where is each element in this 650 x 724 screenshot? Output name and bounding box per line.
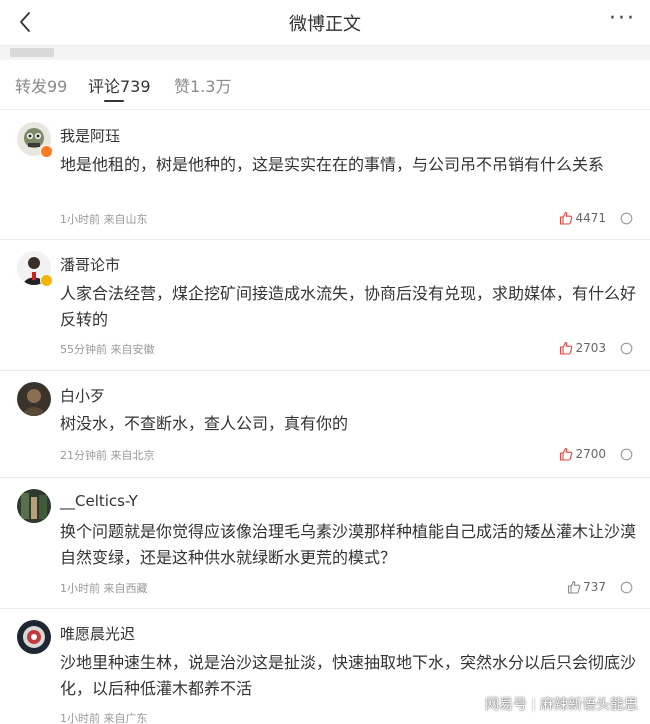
top-bar: 微博正文 ··· bbox=[0, 0, 650, 46]
orange-verified-badge-icon bbox=[40, 145, 53, 158]
like-button[interactable]: 4471 bbox=[559, 211, 606, 225]
reply-bubble-icon[interactable] bbox=[620, 342, 633, 355]
comment-item: 白小歹 树没水，不查断水，查人公司，真有你的 21分钟前 来自北京 2700 bbox=[0, 371, 650, 478]
comment-author[interactable]: 唯愿晨光迟 bbox=[60, 623, 135, 644]
like-button[interactable]: 2703 bbox=[559, 341, 606, 355]
tab-reposts[interactable]: 转发99 bbox=[15, 73, 67, 97]
gold-verified-badge-icon bbox=[40, 274, 53, 287]
watermark-account: 麻辣新语头能思 bbox=[540, 697, 638, 713]
avatar[interactable] bbox=[17, 382, 51, 416]
comment-author[interactable]: __Celtics-Y bbox=[60, 492, 138, 510]
post-summary-strip bbox=[0, 46, 650, 60]
tab-likes[interactable]: 赞1.3万 bbox=[174, 73, 231, 97]
active-tab-indicator bbox=[104, 100, 124, 102]
watermark-separator bbox=[533, 698, 534, 711]
comment-text: 地是他租的，树是他种的，这是实实在在的事情，与公司吊不吊销有什么关系 bbox=[60, 155, 605, 174]
like-count: 737 bbox=[583, 580, 606, 594]
reply-bubble-icon[interactable] bbox=[620, 581, 633, 594]
tab-comments[interactable]: 评论739 bbox=[88, 73, 151, 97]
reply-bubble-icon[interactable] bbox=[620, 448, 633, 461]
comment-author[interactable]: 我是阿珏 bbox=[60, 125, 120, 146]
comment-item: 我是阿珏 地是他租的，树是他种的，这是实实在在的事情，与公司吊不吊销有什么关系 … bbox=[0, 110, 650, 240]
post-summary-chip bbox=[10, 48, 54, 57]
comment-author[interactable]: 潘哥论市 bbox=[60, 254, 120, 275]
comment-text: 换个问题就是你觉得应该像治理毛乌素沙漠那样种植能自己成活的矮丛灌木让沙漠自然变绿… bbox=[60, 522, 637, 567]
comment-author[interactable]: 白小歹 bbox=[60, 385, 105, 406]
comment-item: __Celtics-Y 换个问题就是你觉得应该像治理毛乌素沙漠那样种植能自己成活… bbox=[0, 478, 650, 609]
avatar[interactable] bbox=[17, 620, 51, 654]
comment-meta: 1小时前 来自山东 bbox=[60, 213, 148, 226]
avatar[interactable] bbox=[17, 489, 51, 523]
comment-meta: 1小时前 来自西藏 bbox=[60, 582, 148, 595]
thumbs-up-outline-icon bbox=[568, 580, 581, 594]
like-count: 4471 bbox=[575, 211, 606, 225]
comment-text: 树没水，不查断水，查人公司，真有你的 bbox=[60, 414, 349, 433]
thumbs-up-icon bbox=[560, 211, 573, 225]
page-title: 微博正文 bbox=[289, 14, 361, 35]
comment-meta: 1小时前 来自广东 bbox=[60, 712, 148, 724]
like-button[interactable]: 2700 bbox=[559, 447, 606, 461]
like-count: 2700 bbox=[575, 447, 606, 461]
thumbs-up-icon bbox=[560, 341, 573, 355]
comment-text: 人家合法经营，煤企挖矿间接造成水流失，协商后没有兑现，求助媒体，有什么好反转的 bbox=[60, 284, 637, 329]
watermark: 网易号 麻辣新语头能思 bbox=[485, 694, 638, 714]
comment-item: 潘哥论市 人家合法经营，煤企挖矿间接造成水流失，协商后没有兑现，求助媒体，有什么… bbox=[0, 240, 650, 371]
thumbs-up-icon bbox=[560, 447, 573, 461]
reply-bubble-icon[interactable] bbox=[620, 212, 633, 225]
tab-bar: 转发99 评论739 赞1.3万 bbox=[0, 60, 650, 110]
like-button[interactable]: 737 bbox=[567, 580, 606, 594]
comment-meta: 55分钟前 来自安徽 bbox=[60, 343, 155, 356]
like-count: 2703 bbox=[575, 341, 606, 355]
more-options-icon[interactable]: ··· bbox=[609, 6, 636, 31]
comment-meta: 21分钟前 来自北京 bbox=[60, 449, 155, 462]
watermark-brand: 网易号 bbox=[485, 697, 527, 713]
